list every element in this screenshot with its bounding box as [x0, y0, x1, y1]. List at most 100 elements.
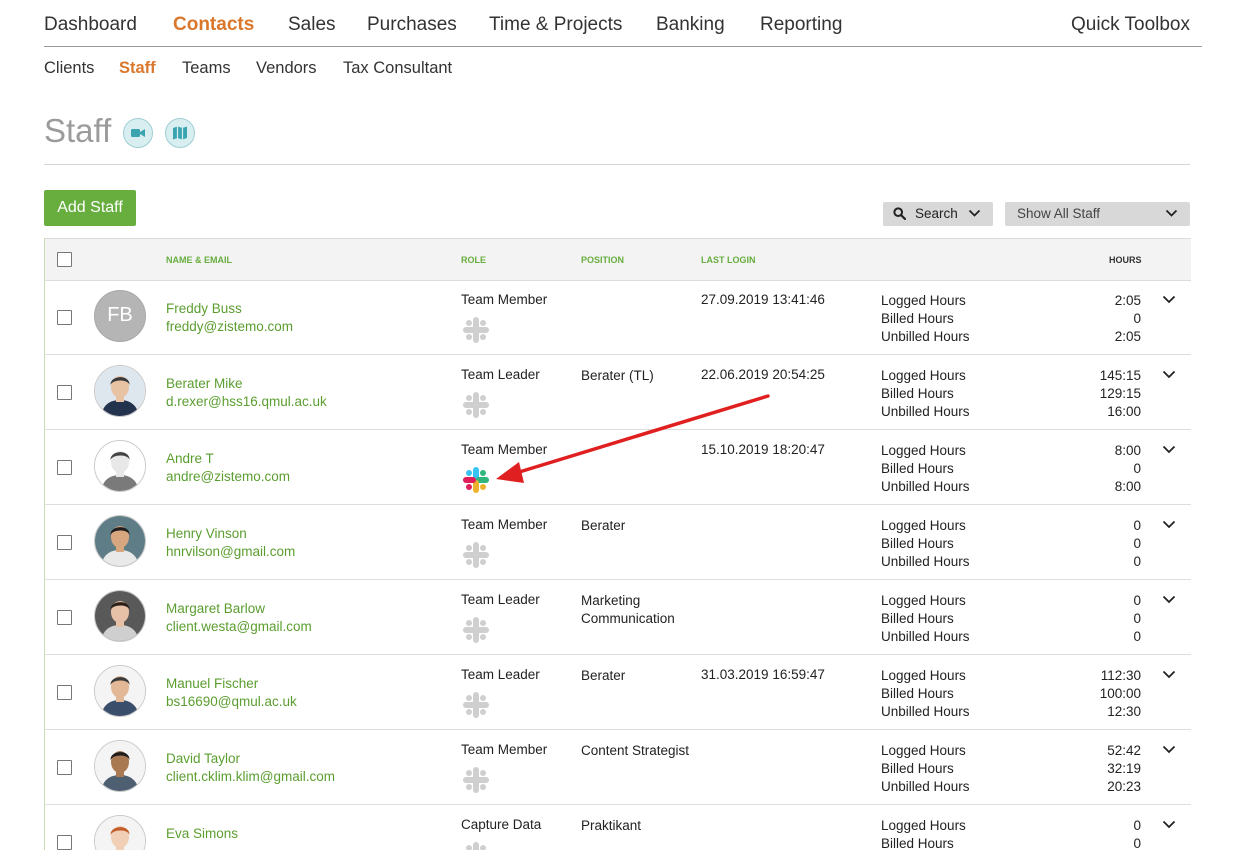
staff-email-link[interactable]: client.westa@gmail.com	[166, 619, 312, 634]
staff-name-link[interactable]: Manuel Fischer	[166, 676, 258, 691]
expand-row-button[interactable]	[1162, 666, 1180, 680]
subnav-vendors[interactable]: Vendors	[256, 59, 317, 78]
logged-hours-value: 0	[1133, 818, 1141, 833]
billed-hours-value: 0	[1133, 536, 1141, 551]
nav-sales[interactable]: Sales	[288, 14, 336, 36]
guide-map-button[interactable]	[165, 118, 195, 148]
subnav-staff[interactable]: Staff	[119, 59, 156, 78]
expand-row-button[interactable]	[1162, 816, 1180, 830]
main-nav: Dashboard Contacts Sales Purchases Time …	[44, 0, 1202, 47]
slack-connect-button[interactable]	[460, 539, 492, 571]
table-row[interactable]: Andre T andre@zistemo.com Team Member 15.10…	[45, 429, 1191, 505]
table-row[interactable]: Eva Simons Capture Data Praktikant Logged H…	[45, 804, 1191, 850]
avatar[interactable]	[94, 665, 146, 717]
expand-row-button[interactable]	[1162, 366, 1180, 380]
row-checkbox[interactable]	[57, 535, 72, 550]
hours-labels: Logged Hours Billed Hours Unbilled Hours	[881, 592, 970, 646]
avatar[interactable]	[94, 590, 146, 642]
row-checkbox[interactable]	[57, 685, 72, 700]
staff-filter-select[interactable]: Show All Staff	[1005, 202, 1190, 226]
staff-name-link[interactable]: Margaret Barlow	[166, 601, 265, 616]
avatar[interactable]	[94, 815, 146, 850]
slack-connect-button[interactable]	[460, 614, 492, 646]
staff-table: NAME & EMAIL ROLE POSITION LAST LOGIN HO…	[44, 238, 1191, 850]
staff-name-link[interactable]: Andre T	[166, 451, 214, 466]
nav-purchases[interactable]: Purchases	[367, 14, 457, 36]
expand-row-button[interactable]	[1162, 291, 1180, 305]
hours-values: 0 0 0	[1045, 517, 1141, 571]
staff-last-login: 31.03.2019 16:59:47	[701, 667, 825, 682]
nav-reporting[interactable]: Reporting	[760, 14, 842, 36]
header-position[interactable]: POSITION	[581, 255, 624, 265]
staff-email-link[interactable]: hnrvilson@gmail.com	[166, 544, 295, 559]
slack-connect-button[interactable]	[460, 314, 492, 346]
expand-row-button[interactable]	[1162, 741, 1180, 755]
row-checkbox[interactable]	[57, 835, 72, 850]
slack-connect-button[interactable]	[460, 764, 492, 796]
logged-hours-value: 112:30	[1100, 668, 1141, 683]
nav-banking[interactable]: Banking	[656, 14, 725, 36]
table-row[interactable]: David Taylor client.cklim.klim@gmail.com T…	[45, 729, 1191, 805]
select-all-checkbox[interactable]	[57, 252, 72, 267]
staff-email-link[interactable]: client.cklim.klim@gmail.com	[166, 769, 335, 784]
avatar[interactable]	[94, 365, 146, 417]
row-checkbox[interactable]	[57, 610, 72, 625]
header-name-email[interactable]: NAME & EMAIL	[166, 255, 232, 265]
video-tutorial-button[interactable]	[123, 118, 153, 148]
row-checkbox[interactable]	[57, 460, 72, 475]
nav-dashboard[interactable]: Dashboard	[44, 14, 137, 36]
subnav-clients[interactable]: Clients	[44, 59, 94, 78]
avatar[interactable]: FB	[94, 290, 146, 342]
billed-hours-label: Billed Hours	[881, 761, 954, 776]
staff-email-link[interactable]: bs16690@qmul.ac.uk	[166, 694, 297, 709]
subnav-tax-consultant[interactable]: Tax Consultant	[343, 59, 452, 78]
page-title: Staff	[44, 112, 112, 149]
hours-labels: Logged Hours Billed Hours Unbilled Hours	[881, 442, 970, 496]
add-staff-button[interactable]: Add Staff	[44, 190, 136, 226]
billed-hours-label: Billed Hours	[881, 611, 954, 626]
avatar-photo	[95, 516, 145, 566]
table-row[interactable]: Henry Vinson hnrvilson@gmail.com Team Memb…	[45, 504, 1191, 580]
row-checkbox[interactable]	[57, 760, 72, 775]
slack-icon	[463, 467, 489, 493]
staff-name-link[interactable]: Freddy Buss	[166, 301, 242, 316]
avatar[interactable]	[94, 740, 146, 792]
table-row[interactable]: Manuel Fischer bs16690@qmul.ac.uk Team Lea…	[45, 654, 1191, 730]
avatar[interactable]	[94, 515, 146, 567]
slack-connect-button[interactable]	[460, 689, 492, 721]
chevron-down-icon	[1162, 520, 1176, 529]
staff-position: Marketing Communication	[581, 593, 675, 626]
logged-hours-value: 2:05	[1114, 293, 1141, 308]
table-row[interactable]: FB Freddy Buss freddy@zistemo.com Team Memb…	[45, 279, 1191, 355]
staff-name-link[interactable]: Berater Mike	[166, 376, 243, 391]
staff-name-link[interactable]: Henry Vinson	[166, 526, 247, 541]
expand-row-button[interactable]	[1162, 516, 1180, 530]
slack-connect-button[interactable]	[460, 389, 492, 421]
nav-time-projects[interactable]: Time & Projects	[489, 14, 622, 36]
nav-quick-toolbox[interactable]: Quick Toolbox	[1071, 14, 1190, 36]
staff-name-link[interactable]: David Taylor	[166, 751, 240, 766]
slack-connect-button[interactable]	[460, 839, 492, 850]
staff-email-link[interactable]: d.rexer@hss16.qmul.ac.uk	[166, 394, 327, 409]
header-role[interactable]: ROLE	[461, 255, 486, 265]
staff-name-link[interactable]: Eva Simons	[166, 826, 238, 841]
table-row[interactable]: Berater Mike d.rexer@hss16.qmul.ac.uk Team…	[45, 354, 1191, 430]
subnav-teams[interactable]: Teams	[182, 59, 231, 78]
search-label: Search	[915, 206, 958, 221]
hours-values: 00	[1045, 817, 1141, 850]
staff-email-link[interactable]: andre@zistemo.com	[166, 469, 290, 484]
nav-contacts[interactable]: Contacts	[173, 14, 254, 36]
expand-row-button[interactable]	[1162, 441, 1180, 455]
header-last-login[interactable]: LAST LOGIN	[701, 255, 756, 265]
expand-row-button[interactable]	[1162, 591, 1180, 605]
billed-hours-label: Billed Hours	[881, 536, 954, 551]
avatar[interactable]	[94, 440, 146, 492]
avatar-photo	[95, 741, 145, 791]
row-checkbox[interactable]	[57, 310, 72, 325]
staff-email-link[interactable]: freddy@zistemo.com	[166, 319, 293, 334]
header-hours: HOURS	[1109, 255, 1142, 265]
slack-connect-button[interactable]	[460, 464, 492, 496]
row-checkbox[interactable]	[57, 385, 72, 400]
table-row[interactable]: Margaret Barlow client.westa@gmail.com Tea…	[45, 579, 1191, 655]
search-dropdown[interactable]: Search	[883, 202, 993, 226]
